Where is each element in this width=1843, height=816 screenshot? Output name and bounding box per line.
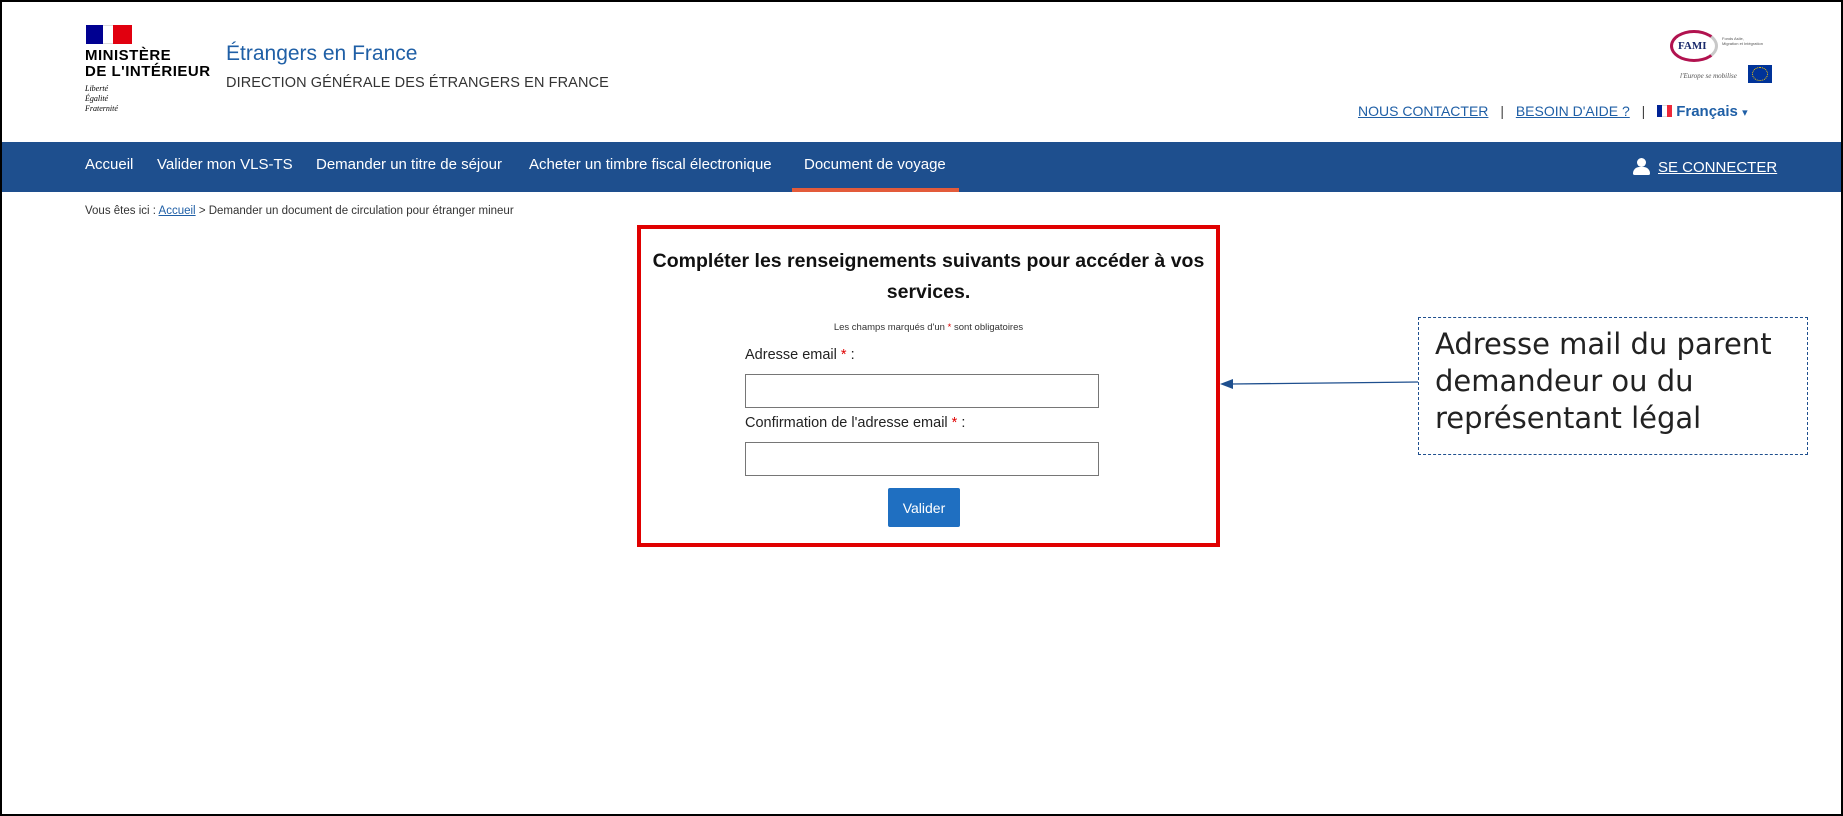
nav-item-valider-vls-ts[interactable]: Valider mon VLS-TS <box>157 156 293 173</box>
nav-item-timbre-fiscal[interactable]: Acheter un timbre fiscal électronique <box>529 156 772 173</box>
fami-wordmark: FAMI <box>1678 40 1707 52</box>
required-note: Les champs marqués d'un * sont obligatoi… <box>833 322 1024 333</box>
breadcrumb-separator: > <box>198 205 206 217</box>
login-label: SE CONNECTER <box>1658 159 1778 176</box>
fami-logo: FAMI Fonds Asile, Migration et Intégrati… <box>1668 30 1772 86</box>
marianne-flag-logo <box>86 25 132 44</box>
fami-fund-name: Fonds Asile, Migration et Intégration <box>1722 36 1763 46</box>
breadcrumb-home-link[interactable]: Accueil <box>159 205 196 217</box>
french-flag-icon <box>1657 105 1673 117</box>
page-root: MINISTÈRE DE L'INTÉRIEUR Liberté Égalité… <box>0 0 1843 816</box>
motto-liberte: Liberté <box>85 84 109 93</box>
ministry-line-1: MINISTÈRE <box>85 47 172 64</box>
nav-item-accueil[interactable]: Accueil <box>85 156 133 173</box>
user-icon <box>1632 158 1650 176</box>
motto-fraternite: Fraternité <box>85 104 118 113</box>
email-label: Adresse email * : <box>745 347 855 363</box>
email-input[interactable] <box>745 374 1099 408</box>
language-label: Français <box>1676 103 1738 120</box>
site-header: MINISTÈRE DE L'INTÉRIEUR Liberté Égalité… <box>2 2 1841 142</box>
active-tab-indicator <box>792 188 959 192</box>
breadcrumb: Vous êtes ici : Accueil > Demander un do… <box>85 205 514 217</box>
validate-button[interactable]: Valider <box>888 488 960 527</box>
help-link[interactable]: BESOIN D'AIDE ? <box>1516 103 1630 119</box>
ministry-line-2: DE L'INTÉRIEUR <box>85 63 211 80</box>
login-button[interactable]: SE CONNECTER <box>1632 158 1792 177</box>
confirm-email-input[interactable] <box>745 442 1099 476</box>
link-separator: | <box>1641 103 1646 119</box>
email-form-box: Compléter les renseignements suivants po… <box>637 225 1220 547</box>
required-star: * <box>947 322 952 333</box>
link-separator: | <box>1500 103 1504 119</box>
fami-tagline: l'Europe se mobilise <box>1680 72 1737 80</box>
required-star: * <box>951 415 958 431</box>
main-nav: Accueil Valider mon VLS-TS Demander un t… <box>2 142 1841 192</box>
nav-item-titre-de-sejour[interactable]: Demander un titre de séjour <box>316 156 502 173</box>
top-links: NOUS CONTACTER | BESOIN D'AIDE ? | Franç… <box>1358 103 1748 121</box>
eu-stars-icon <box>1752 67 1768 81</box>
contact-link[interactable]: NOUS CONTACTER <box>1358 103 1488 119</box>
breadcrumb-prefix: Vous êtes ici : <box>85 205 156 217</box>
required-star: * <box>840 347 847 363</box>
annotation-arrow <box>1220 379 1419 389</box>
language-selector[interactable]: Français ▾ <box>1676 103 1747 120</box>
form-title: Compléter les renseignements suivants po… <box>652 250 1205 303</box>
annotation-text: Adresse mail du parent demandeur ou du r… <box>1435 327 1772 435</box>
site-title[interactable]: Étrangers en France <box>226 42 417 66</box>
confirm-email-label: Confirmation de l'adresse email * : <box>745 415 966 431</box>
chevron-down-icon: ▾ <box>1742 107 1748 119</box>
breadcrumb-current: Demander un document de circulation pour… <box>208 205 514 217</box>
nav-item-document-de-voyage[interactable]: Document de voyage <box>804 156 946 173</box>
site-subtitle: DIRECTION GÉNÉRALE DES ÉTRANGERS EN FRAN… <box>226 75 609 91</box>
annotation-callout: Adresse mail du parent demandeur ou du r… <box>1418 317 1808 455</box>
motto-egalite: Égalité <box>85 94 109 103</box>
